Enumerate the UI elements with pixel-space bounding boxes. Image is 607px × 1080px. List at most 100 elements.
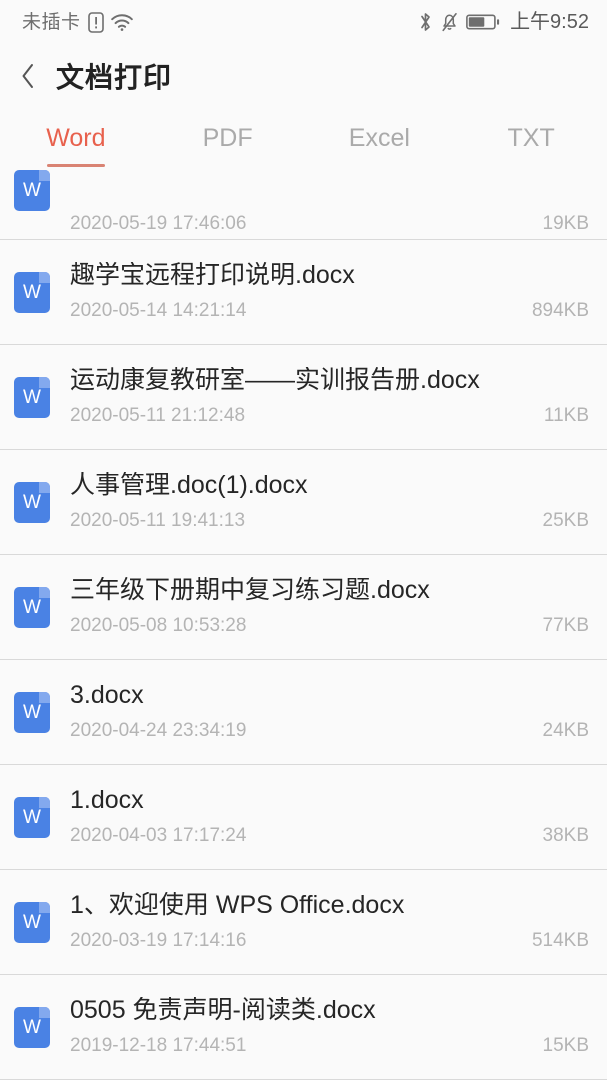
word-file-icon: W xyxy=(14,170,50,211)
file-icon-glyph: W xyxy=(23,281,41,303)
file-name: 趣学宝远程打印说明.docx xyxy=(70,262,355,290)
file-subline: 2020-05-11 21:12:48 11KB xyxy=(70,404,589,427)
file-subline: 2019-12-18 17:44:51 15KB xyxy=(70,1034,589,1057)
tab-txt[interactable]: TXT xyxy=(455,108,607,168)
tab-pdf-label: PDF xyxy=(202,123,253,152)
file-meta: 1.docx 2020-04-03 17:17:24 38KB xyxy=(70,787,589,846)
table-row[interactable]: W 2020-05-19 17:46:06 19KB xyxy=(0,168,607,240)
file-list[interactable]: W 2020-05-19 17:46:06 19KB W 趣学宝远程打印说明.d… xyxy=(0,168,607,1080)
table-row[interactable]: W 三年级下册期中复习练习题.docx 2020-05-08 10:53:28 … xyxy=(0,555,607,660)
file-name: 1.docx xyxy=(70,787,144,815)
word-file-icon: W xyxy=(14,271,50,313)
bell-muted-icon xyxy=(440,11,459,33)
status-bar-right: 上午9:52 xyxy=(418,11,589,33)
bluetooth-icon xyxy=(418,11,433,33)
table-row[interactable]: W 1、欢迎使用 WPS Office.docx 2020-03-19 17:1… xyxy=(0,870,607,975)
word-file-icon: W xyxy=(14,796,50,838)
tab-active-underline xyxy=(46,164,105,167)
file-icon-corner xyxy=(39,796,50,808)
file-name: 运动康复教研室——实训报告册.docx xyxy=(70,367,480,395)
file-size: 25KB xyxy=(542,509,589,531)
file-subline: 2020-04-24 23:34:19 24KB xyxy=(70,719,589,742)
file-size: 894KB xyxy=(531,299,589,321)
status-clock: 上午9:52 xyxy=(510,11,589,33)
tab-txt-label: TXT xyxy=(507,123,555,152)
file-size: 38KB xyxy=(542,824,589,846)
file-date: 2020-05-19 17:46:06 xyxy=(70,213,247,235)
file-date: 2020-05-14 14:21:14 xyxy=(70,299,247,321)
word-file-icon: W xyxy=(14,1006,50,1048)
file-date: 2020-04-03 17:17:24 xyxy=(70,824,247,846)
file-size: 24KB xyxy=(542,719,589,741)
tab-pdf[interactable]: PDF xyxy=(152,108,304,168)
word-file-icon: W xyxy=(14,376,50,418)
file-date: 2020-05-08 10:53:28 xyxy=(70,614,247,636)
word-file-icon: W xyxy=(14,481,50,523)
file-date: 2020-05-11 21:12:48 xyxy=(70,404,246,426)
file-icon-corner xyxy=(39,901,50,913)
file-icon-corner xyxy=(39,271,50,283)
file-icon-glyph: W xyxy=(23,491,41,513)
file-date: 2020-03-19 17:14:16 xyxy=(70,929,247,951)
battery-icon xyxy=(466,13,500,31)
file-meta: 趣学宝远程打印说明.docx 2020-05-14 14:21:14 894KB xyxy=(70,262,589,321)
file-name xyxy=(70,199,589,205)
word-file-icon: W xyxy=(14,691,50,733)
file-meta: 1、欢迎使用 WPS Office.docx 2020-03-19 17:14:… xyxy=(70,892,589,951)
file-meta: 人事管理.doc(1).docx 2020-05-11 19:41:13 25K… xyxy=(70,472,589,531)
file-date: 2019-12-18 17:44:51 xyxy=(70,1034,247,1056)
file-icon-glyph: W xyxy=(23,911,41,933)
back-button[interactable] xyxy=(20,56,50,96)
status-bar: 未插卡 上午9:52 xyxy=(0,0,607,44)
table-row[interactable]: W 趣学宝远程打印说明.docx 2020-05-14 14:21:14 894… xyxy=(0,240,607,345)
tab-excel[interactable]: Excel xyxy=(304,108,456,168)
page-title: 文档打印 xyxy=(56,62,173,93)
file-subline: 2020-04-03 17:17:24 38KB xyxy=(70,824,589,847)
file-icon-glyph: W xyxy=(23,596,41,618)
file-subline: 2020-05-19 17:46:06 19KB xyxy=(70,213,589,235)
chevron-left-icon xyxy=(20,62,36,90)
file-icon-glyph: W xyxy=(23,180,41,201)
word-file-icon: W xyxy=(14,586,50,628)
file-meta: 三年级下册期中复习练习题.docx 2020-05-08 10:53:28 77… xyxy=(70,577,589,636)
table-row[interactable]: W 人事管理.doc(1).docx 2020-05-11 19:41:13 2… xyxy=(0,450,607,555)
table-row[interactable]: W 0505 免责声明-阅读类.docx 2019-12-18 17:44:51… xyxy=(0,975,607,1080)
tab-word-label: Word xyxy=(46,123,106,152)
file-icon-glyph: W xyxy=(23,1016,41,1038)
app-screen: 未插卡 上午9:52 文档打印 Word PDF Excel TXT W 202… xyxy=(0,0,607,1080)
file-meta: 运动康复教研室——实训报告册.docx 2020-05-11 21:12:48 … xyxy=(70,367,589,426)
file-size: 15KB xyxy=(542,1034,589,1056)
file-subline: 2020-05-08 10:53:28 77KB xyxy=(70,614,589,637)
file-type-tabs: Word PDF Excel TXT xyxy=(0,108,607,168)
file-size: 11KB xyxy=(543,404,589,426)
table-row[interactable]: W 3.docx 2020-04-24 23:34:19 24KB xyxy=(0,660,607,765)
status-bar-left: 未插卡 xyxy=(22,11,133,33)
file-icon-glyph: W xyxy=(23,806,41,828)
tab-word[interactable]: Word xyxy=(0,108,152,168)
file-subline: 2020-05-11 19:41:13 25KB xyxy=(70,509,589,532)
word-file-icon: W xyxy=(14,901,50,943)
file-icon-glyph: W xyxy=(23,386,41,408)
file-name: 3.docx xyxy=(70,682,144,710)
file-meta: 2020-05-19 17:46:06 19KB xyxy=(70,199,589,235)
file-icon-glyph: W xyxy=(23,701,41,723)
file-name: 三年级下册期中复习练习题.docx xyxy=(70,577,430,605)
file-date: 2020-05-11 19:41:13 xyxy=(70,509,246,531)
file-icon-corner xyxy=(39,376,50,388)
wifi-icon xyxy=(110,13,133,31)
file-icon-corner xyxy=(39,586,50,598)
file-name: 1、欢迎使用 WPS Office.docx xyxy=(70,892,405,920)
sim-alert-icon xyxy=(87,11,104,33)
file-meta: 3.docx 2020-04-24 23:34:19 24KB xyxy=(70,682,589,741)
file-icon-corner xyxy=(39,1006,50,1018)
carrier-label: 未插卡 xyxy=(22,11,81,33)
table-row[interactable]: W 运动康复教研室——实训报告册.docx 2020-05-11 21:12:4… xyxy=(0,345,607,450)
title-bar: 文档打印 xyxy=(0,44,607,108)
file-subline: 2020-03-19 17:14:16 514KB xyxy=(70,929,589,952)
file-size: 514KB xyxy=(531,929,589,951)
file-subline: 2020-05-14 14:21:14 894KB xyxy=(70,299,589,322)
file-size: 77KB xyxy=(542,614,589,636)
file-name: 人事管理.doc(1).docx xyxy=(70,472,308,500)
file-name: 0505 免责声明-阅读类.docx xyxy=(70,997,376,1025)
table-row[interactable]: W 1.docx 2020-04-03 17:17:24 38KB xyxy=(0,765,607,870)
